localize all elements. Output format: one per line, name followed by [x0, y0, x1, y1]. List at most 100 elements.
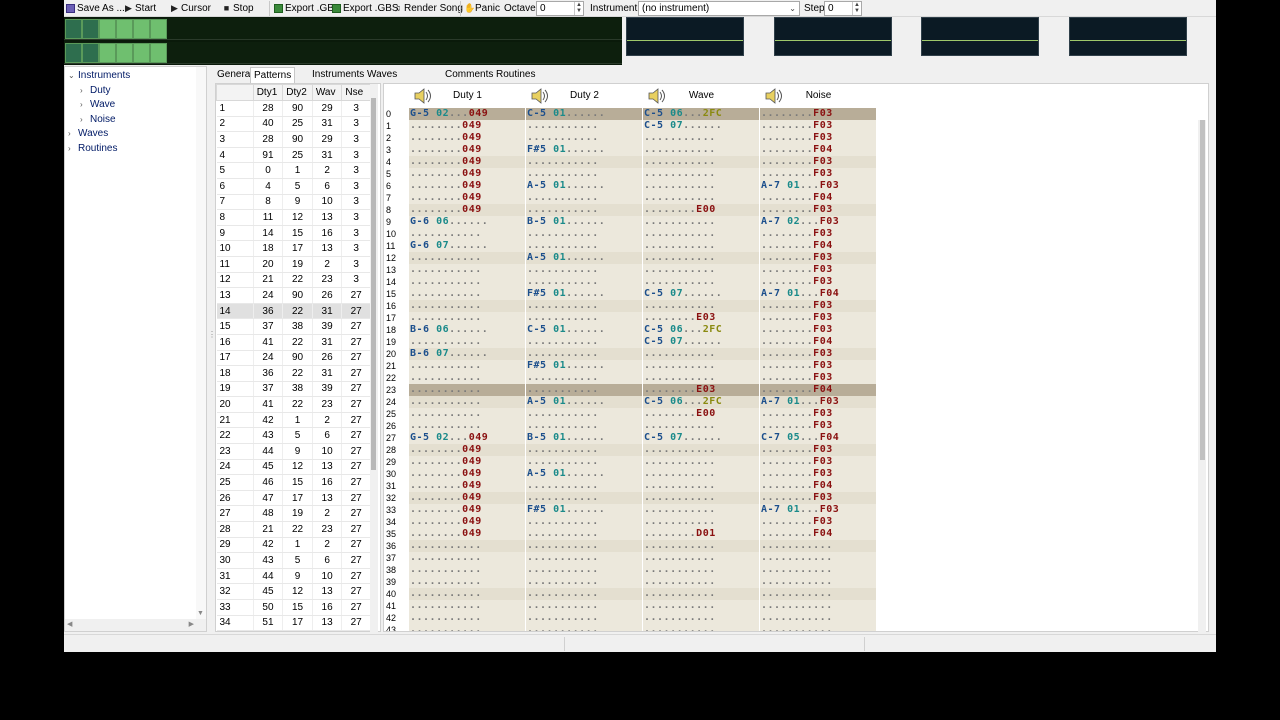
column-header[interactable]: Dty1	[252, 84, 284, 101]
pattern-cell-wave[interactable]: ...........	[643, 468, 759, 480]
pattern-row[interactable]: 20 B-6 07................................…	[384, 348, 876, 360]
tab-waves[interactable]: Waves	[364, 67, 400, 83]
pattern-cell-noise[interactable]: ........F03	[760, 468, 876, 480]
pattern-cell-duty2[interactable]: ...........	[526, 192, 642, 204]
table-row[interactable]: 11 20 19 2 3	[216, 256, 371, 273]
pattern-row[interactable]: 21........... F#5 01.....................…	[384, 360, 876, 372]
speaker-icon[interactable]	[764, 87, 784, 105]
project-tree[interactable]: ⌄ Instruments › Duty › Wave › Noise › Waves › Routi…	[64, 66, 207, 632]
pattern-cell-duty2[interactable]: ...........	[526, 372, 642, 384]
pattern-cell-noise[interactable]: ........F03	[760, 312, 876, 324]
pattern-cell-duty1[interactable]: ........049	[409, 156, 525, 168]
pattern-cell-duty2[interactable]: ...........	[526, 444, 642, 456]
step-spinbox[interactable]: 0 ▲ ▼	[824, 1, 862, 16]
pattern-row[interactable]: 25...................... ........E00.....…	[384, 408, 876, 420]
pattern-cell-noise[interactable]: ........F03	[760, 408, 876, 420]
pattern-cell-wave[interactable]: ...........	[643, 564, 759, 576]
scroll-left-icon[interactable]: ◀	[67, 620, 72, 628]
pattern-cell-wave[interactable]: ...........	[643, 444, 759, 456]
pattern-cell-duty1[interactable]: ........049	[409, 204, 525, 216]
export-gb-button[interactable]: Export .GB	[274, 2, 334, 15]
pattern-row[interactable]: 42......................................…	[384, 612, 876, 624]
column-header[interactable]: Wav	[311, 84, 343, 101]
pattern-cell-noise[interactable]: ........F03	[760, 252, 876, 264]
pattern-row[interactable]: 36......................................…	[384, 540, 876, 552]
spin-arrows-icon[interactable]: ▲ ▼	[574, 2, 583, 15]
table-row[interactable]: 12 21 22 23 3	[216, 272, 371, 289]
pattern-row[interactable]: 40......................................…	[384, 588, 876, 600]
pattern-cell-wave[interactable]: ...........	[643, 624, 759, 631]
pattern-row[interactable]: 38......................................…	[384, 564, 876, 576]
table-row[interactable]: 19 37 38 39 27	[216, 381, 371, 398]
pattern-cell-duty2[interactable]: ...........	[526, 576, 642, 588]
pattern-row[interactable]: 4 ........049............................…	[384, 156, 876, 168]
tree-item-noise[interactable]: › Noise	[80, 113, 116, 127]
pattern-cell-noise[interactable]: ...........	[760, 600, 876, 612]
pattern-row[interactable]: 43......................................…	[384, 624, 876, 631]
pattern-cell-wave[interactable]: C-5 06...2FC	[643, 324, 759, 336]
pattern-cell-duty2[interactable]: ...........	[526, 480, 642, 492]
pattern-cell-duty2[interactable]: ...........	[526, 168, 642, 180]
pattern-cell-wave[interactable]: ...........	[643, 240, 759, 252]
splitter-handle[interactable]: ⋮	[208, 330, 216, 360]
pattern-cell-wave[interactable]: ...........	[643, 588, 759, 600]
tab-instruments[interactable]: Instruments	[309, 67, 367, 83]
pattern-cell-wave[interactable]: ...........	[643, 228, 759, 240]
table-row[interactable]: 64563	[216, 178, 371, 195]
scrollbar-thumb[interactable]	[1200, 120, 1205, 460]
column-header[interactable]: Dty2	[282, 84, 313, 101]
pattern-cell-noise[interactable]: ........F03	[760, 300, 876, 312]
table-row[interactable]: 21 42 1 2 27	[216, 412, 371, 429]
pattern-cell-duty2[interactable]: ...........	[526, 456, 642, 468]
instrument-dropdown[interactable]: (no instrument) ⌄	[638, 1, 800, 16]
stop-button[interactable]: ■ Stop	[222, 2, 254, 15]
pattern-cell-duty2[interactable]: B-5 01......	[526, 216, 642, 228]
pattern-row[interactable]: 13......................................…	[384, 264, 876, 276]
pattern-cell-wave[interactable]: ...........	[643, 348, 759, 360]
pattern-cell-wave[interactable]: ...........	[643, 372, 759, 384]
pattern-cell-duty2[interactable]: ...........	[526, 276, 642, 288]
pattern-cell-duty2[interactable]: ...........	[526, 492, 642, 504]
pattern-cell-wave[interactable]: C-5 06...2FC	[643, 396, 759, 408]
pattern-cell-duty2[interactable]: C-5 01......	[526, 108, 642, 120]
pattern-cell-duty1[interactable]: ...........	[409, 264, 525, 276]
panic-button[interactable]: ✋ Panic	[464, 2, 500, 15]
pattern-cell-duty1[interactable]: ........049	[409, 504, 525, 516]
pattern-cell-duty2[interactable]: ...........	[526, 612, 642, 624]
pattern-cell-noise[interactable]: ........F03	[760, 264, 876, 276]
speaker-icon[interactable]	[530, 87, 550, 105]
pattern-cell-duty1[interactable]: ........049	[409, 444, 525, 456]
pattern-row[interactable]: 41......................................…	[384, 600, 876, 612]
pattern-cell-wave[interactable]: ........E00	[643, 204, 759, 216]
pattern-cell-duty2[interactable]: B-5 01......	[526, 432, 642, 444]
pattern-cell-duty2[interactable]: ...........	[526, 336, 642, 348]
table-row[interactable]: 32 45 12 13 27	[216, 583, 371, 600]
pattern-cell-duty1[interactable]: ...........	[409, 288, 525, 300]
pattern-cell-duty2[interactable]: ...........	[526, 624, 642, 631]
pattern-list[interactable]: Dty1 Dty2 Wav Nse 1 28 90 29 3 2 40 25 31 3 3 28 90 29 3 4 9…	[215, 83, 381, 632]
pattern-cell-noise[interactable]: ........F03	[760, 516, 876, 528]
pattern-cell-noise[interactable]: ........F04	[760, 384, 876, 396]
tree-vertical-scrollbar[interactable]: ▼	[196, 67, 206, 619]
pattern-cell-noise[interactable]: ........F03	[760, 276, 876, 288]
pattern-row[interactable]: 9 G-6 06...... B-5 01................. A-7 …	[384, 216, 876, 228]
pattern-cell-wave[interactable]: ...........	[643, 360, 759, 372]
pattern-cell-noise[interactable]: ........F04	[760, 480, 876, 492]
table-row[interactable]: 18 36 22 31 27	[216, 365, 371, 382]
pattern-cell-noise[interactable]: A-7 01...F03	[760, 396, 876, 408]
pattern-cell-noise[interactable]: ...........	[760, 624, 876, 631]
pattern-cell-duty1[interactable]: ........049	[409, 468, 525, 480]
pattern-cell-duty1[interactable]: ...........	[409, 540, 525, 552]
pattern-cell-duty2[interactable]: A-5 01......	[526, 180, 642, 192]
pattern-cell-noise[interactable]: ...........	[760, 612, 876, 624]
pattern-cell-duty1[interactable]: ...........	[409, 552, 525, 564]
pattern-row[interactable]: 32 ........049...........................…	[384, 492, 876, 504]
pattern-cell-noise[interactable]: ........F04	[760, 336, 876, 348]
scroll-down-icon[interactable]: ▼	[197, 610, 204, 617]
pattern-cell-duty1[interactable]: ........049	[409, 480, 525, 492]
pattern-cell-duty2[interactable]: ...........	[526, 384, 642, 396]
table-row[interactable]: 17 24 90 26 27	[216, 350, 371, 367]
pattern-cell-duty1[interactable]: ........049	[409, 516, 525, 528]
pattern-row[interactable]: 2 ........049............................…	[384, 132, 876, 144]
pattern-cell-noise[interactable]: A-7 01...F03	[760, 504, 876, 516]
